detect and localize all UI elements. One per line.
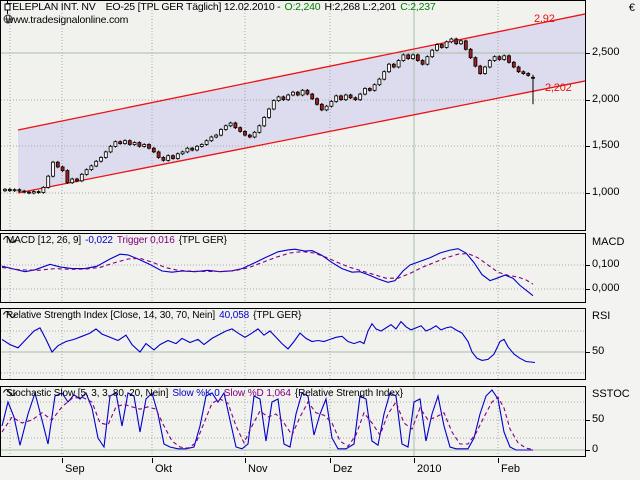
y-axis-tick-label: 50 bbox=[592, 345, 604, 357]
rsi-panel[interactable]: Relative Strength Index [Close, 14, 30, … bbox=[0, 308, 586, 380]
stochastic-k-value: Slow %K 0 bbox=[172, 388, 219, 399]
x-axis-tick-label: Nov bbox=[248, 463, 268, 475]
sstoc-axis-title: SSTOC bbox=[592, 388, 630, 400]
x-axis-tick-label: Feb bbox=[501, 463, 520, 475]
macd-name: MACD [12, 26, 9] bbox=[6, 235, 81, 246]
macd-panel[interactable]: MACD [12, 26, 9] -0,022 Trigger 0,016 {TPL … bbox=[0, 233, 586, 303]
rsi-axis-title: RSI bbox=[592, 310, 610, 322]
y-axis-tick bbox=[586, 352, 590, 353]
chart-header: TELEPLAN INT. NV EO-25 [TPL GER Täglich] … bbox=[3, 1, 436, 13]
price-chart-panel[interactable]: TELEPLAN INT. NV EO-25 [TPL GER Täglich] … bbox=[0, 0, 586, 231]
stochastic-d-value: Slow %D 1,064 bbox=[224, 388, 291, 399]
macd-header: MACD [12, 26, 9] -0,022 Trigger 0,016 {TPL … bbox=[3, 235, 227, 246]
macd-source: {TPL GER} bbox=[179, 235, 227, 246]
macd-trigger-value: Trigger 0,016 bbox=[117, 235, 175, 246]
chart-window: TELEPLAN INT. NV EO-25 [TPL GER Täglich] … bbox=[0, 0, 640, 480]
y-axis-tick-label: 2,500 bbox=[592, 46, 620, 58]
series-details: EO-25 [TPL GER Täglich] 12.02.2010 - bbox=[106, 1, 281, 13]
x-axis-tick-label: 2010 bbox=[417, 463, 441, 475]
y-axis-tick-label: 1,000 bbox=[592, 186, 620, 198]
stochastic-panel[interactable]: Stochastic Slow [5, 3, 3, 80, 20, Nein] S… bbox=[0, 386, 586, 457]
close-value: C:2,237 bbox=[400, 1, 435, 13]
macd-axis-title: MACD bbox=[592, 236, 624, 248]
x-axis-tick bbox=[152, 458, 153, 463]
x-axis-tick-label: Okt bbox=[155, 463, 172, 475]
open-value: O:2,240 bbox=[284, 1, 320, 13]
y-axis-tick-label: 0,100 bbox=[592, 258, 620, 270]
y-axis-tick-label: 2,000 bbox=[592, 93, 620, 105]
website-row: www.tradesignalonline.com bbox=[3, 14, 128, 26]
website-link[interactable]: www.tradesignalonline.com bbox=[6, 14, 128, 26]
y-axis-tick-label: 0,000 bbox=[592, 282, 620, 294]
y-axis-tick bbox=[586, 265, 590, 266]
channel-upper-value-label: 2,92 bbox=[534, 13, 555, 25]
y-axis-tick bbox=[586, 146, 590, 147]
y-axis-tick-label: 0 bbox=[592, 443, 598, 455]
rsi-name: Relative Strength Index [Close, 14, 30, … bbox=[6, 310, 215, 321]
y-axis-tick-label: 50 bbox=[592, 413, 604, 425]
rsi-header: Relative Strength Index [Close, 14, 30, … bbox=[3, 310, 301, 321]
high-low-values: H:2,268 L:2,201 bbox=[324, 1, 396, 13]
y-axis-tick bbox=[586, 450, 590, 451]
x-axis-tick bbox=[62, 458, 63, 463]
x-axis-tick bbox=[330, 458, 331, 463]
macd-value: -0,022 bbox=[85, 235, 113, 246]
y-axis-tick bbox=[586, 420, 590, 421]
y-axis-tick bbox=[586, 100, 590, 101]
x-axis-tick bbox=[245, 458, 246, 463]
stochastic-source: {Relative Strength Index} bbox=[295, 388, 403, 399]
x-axis-tick bbox=[498, 458, 499, 463]
currency-label: € bbox=[629, 2, 635, 14]
x-axis-tick-label: Sep bbox=[65, 463, 85, 475]
y-axis-tick bbox=[586, 289, 590, 290]
x-axis-tick bbox=[414, 458, 415, 463]
instrument-title: TELEPLAN INT. NV bbox=[6, 1, 96, 13]
rsi-value: 40,058 bbox=[219, 310, 249, 321]
stochastic-header: Stochastic Slow [5, 3, 3, 80, 20, Nein] S… bbox=[3, 388, 403, 399]
stochastic-name: Stochastic Slow [5, 3, 3, 80, 20, Nein] bbox=[6, 388, 168, 399]
y-axis-tick bbox=[586, 193, 590, 194]
y-axis-tick bbox=[586, 53, 590, 54]
rsi-source: {TPL GER} bbox=[253, 310, 301, 321]
channel-lower-value-label: 2,202 bbox=[545, 82, 572, 94]
x-axis-tick-label: Dez bbox=[333, 463, 353, 475]
y-axis-tick-label: 1,500 bbox=[592, 139, 620, 151]
